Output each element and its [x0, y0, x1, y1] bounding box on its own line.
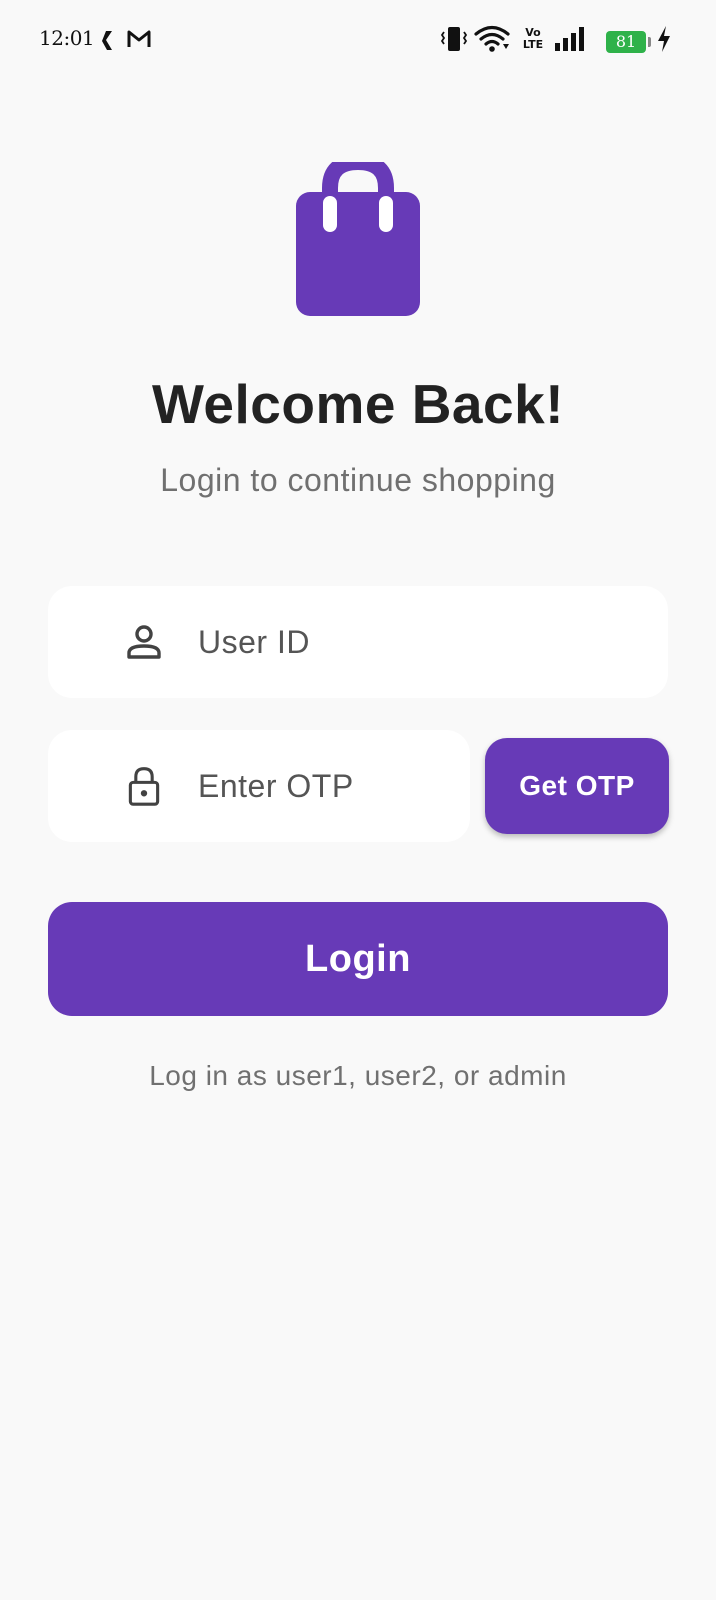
otp-input[interactable]: [198, 767, 470, 805]
volte-label-bottom: LTE: [522, 38, 544, 51]
get-otp-button[interactable]: Get OTP: [485, 738, 669, 834]
vibrate-icon: [440, 27, 468, 51]
volte-icon: Vo LTE: [520, 27, 546, 51]
signal-icon: [555, 27, 584, 51]
login-button[interactable]: Login: [48, 902, 668, 1016]
status-time: 12:01: [39, 26, 95, 50]
user-id-input[interactable]: [198, 623, 668, 661]
otp-field[interactable]: [48, 730, 470, 842]
lock-icon: [128, 767, 160, 806]
status-bar: 12:01 Vo LTE 81: [0, 0, 716, 80]
page-title: Welcome Back!: [151, 373, 565, 435]
wifi-icon: [474, 25, 510, 52]
shopping-bag-icon: [296, 162, 420, 316]
gmail-icon: [127, 30, 151, 47]
kite-icon: [102, 31, 112, 50]
battery-icon: 81: [606, 31, 651, 53]
charging-icon: [658, 26, 670, 52]
page-subtitle: Login to continue shopping: [160, 462, 556, 498]
login-hint: Log in as user1, user2, or admin: [149, 1060, 567, 1091]
login-screen: 12:01 Vo LTE 81 Welcome Back! Login to c…: [0, 0, 716, 1600]
person-icon: [127, 625, 161, 659]
user-id-field[interactable]: [48, 586, 668, 698]
